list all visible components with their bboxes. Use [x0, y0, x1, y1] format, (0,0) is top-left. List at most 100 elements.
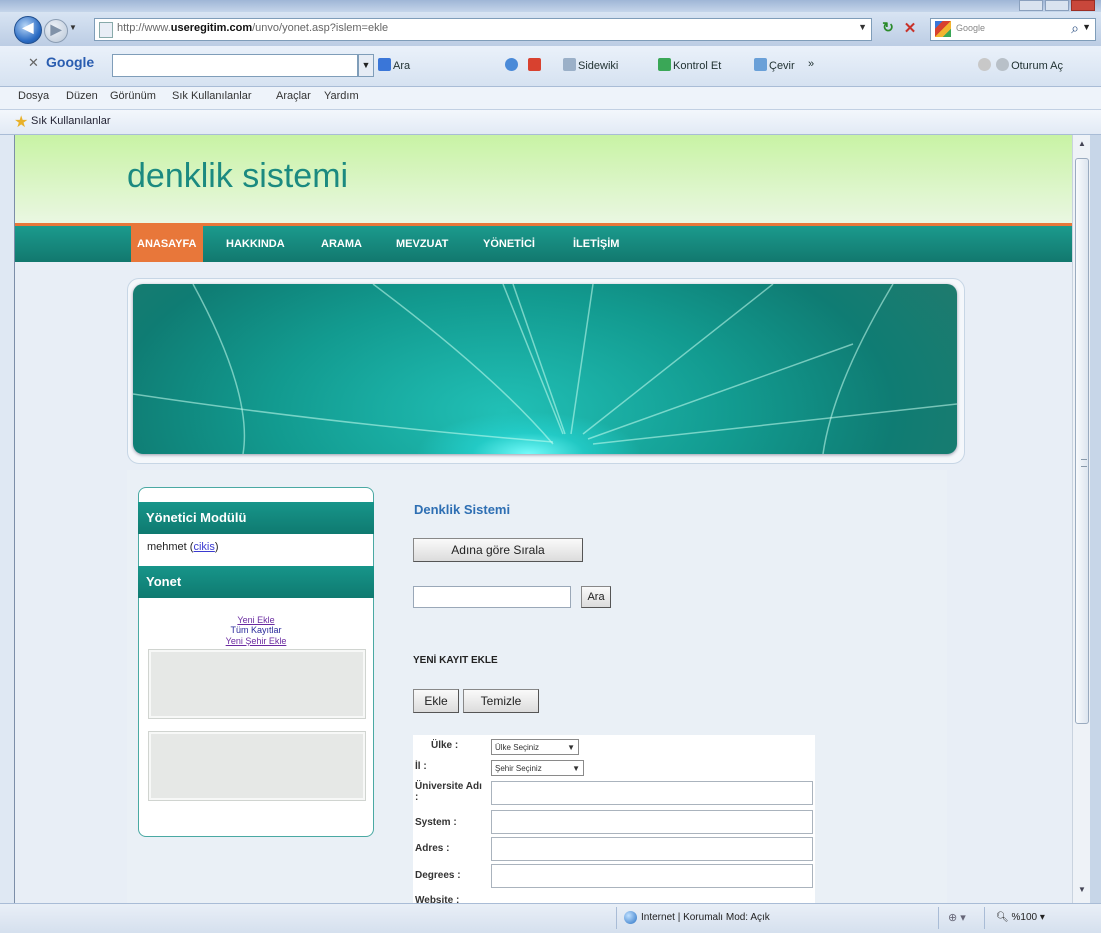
window-edge — [1090, 135, 1101, 903]
options-icon — [505, 58, 518, 71]
recent-pages-dropdown-icon[interactable]: ▼ — [69, 23, 79, 32]
university-input[interactable] — [491, 781, 813, 805]
banner-light-rays — [133, 284, 957, 454]
page-icon — [99, 22, 113, 38]
close-toolbar-icon[interactable]: ✕ — [28, 55, 39, 71]
user-icon — [996, 58, 1010, 71]
manage-heading: Yonet — [138, 566, 374, 598]
google-search-dropdown-icon[interactable]: ▼ — [358, 54, 374, 77]
system-input[interactable] — [491, 810, 813, 834]
username: mehmet — [147, 541, 187, 553]
translate-icon — [754, 58, 767, 71]
new-record-form: Ülke : Ülke Seçiniz ▼ İl : Şehir Seçiniz ▼… — [413, 735, 815, 903]
country-select[interactable]: Ülke Seçiniz ▼ — [491, 739, 579, 755]
scroll-down-icon[interactable]: ▼ — [1073, 885, 1091, 894]
toolbar-more-button[interactable]: » — [808, 58, 814, 70]
chevron-down-icon: ▼ — [567, 743, 575, 752]
menu-favorites[interactable]: Sık Kullanılanlar — [172, 90, 252, 102]
google-icon — [935, 21, 951, 37]
menu-help[interactable]: Yardım — [324, 90, 359, 102]
zoom-level[interactable]: 🔍︎ %100 ▾ — [996, 912, 1045, 923]
degrees-input[interactable] — [491, 864, 813, 888]
window-titlebar — [0, 0, 1101, 12]
toolbar-search-button[interactable]: Ara — [378, 58, 410, 72]
country-label: Ülke : — [431, 740, 459, 751]
admin-sidebar: Yönetici Modülü mehmet (cikis) Yonet Yen… — [138, 487, 374, 837]
system-label: System : — [415, 817, 457, 828]
address-url: http://www.useregitim.com/unvo/yonet.asp… — [117, 22, 389, 34]
browser-search-box[interactable]: Google ⌕ ▼ — [930, 18, 1096, 41]
menu-edit[interactable]: Düzen — [66, 90, 98, 102]
google-search-icon — [378, 58, 391, 71]
page-viewport: denklik sistemi ANASAYFA HAKKINDA ARAMA … — [14, 135, 1072, 903]
nav-mevzuat[interactable]: MEVZUAT — [390, 226, 454, 262]
sidebar-placeholder-box — [148, 649, 366, 719]
address-label: Adres : — [415, 843, 450, 854]
favorites-button[interactable]: Sık Kullanılanlar — [31, 115, 111, 127]
refresh-icon[interactable]: ↻ — [878, 19, 898, 39]
popup-blocker-icon — [528, 58, 541, 71]
maximize-button[interactable] — [1045, 0, 1069, 11]
menu-file[interactable]: Dosya — [18, 90, 49, 102]
security-zone[interactable]: Internet | Korumalı Mod: Açık — [641, 912, 770, 923]
favorites-bar: ★ Sık Kullanılanlar — [0, 110, 1101, 135]
toolbar-options-button[interactable] — [505, 58, 520, 72]
site-nav: ANASAYFA HAKKINDA ARAMA MEVZUAT YÖNETİCİ… — [15, 226, 1072, 262]
menu-tools[interactable]: Araçlar — [276, 90, 311, 102]
toolbar-check-button[interactable]: Kontrol Et — [658, 58, 721, 72]
nav-iletisim[interactable]: İLETİŞİM — [567, 226, 625, 262]
protected-mode-icon[interactable]: ⊕ ▾ — [948, 911, 966, 924]
search-button[interactable]: Ara — [581, 586, 611, 608]
search-icon[interactable]: ⌕ — [1071, 20, 1079, 37]
main-title: Denklik Sistemi — [414, 502, 511, 517]
toolbar-popup-button[interactable] — [528, 58, 543, 72]
toolbar-sidewiki-button[interactable]: Sidewiki — [563, 58, 618, 72]
search-dropdown-icon[interactable]: ▼ — [1082, 22, 1091, 32]
menu-bar: Dosya Düzen Görünüm Sık Kullanılanlar Ar… — [0, 87, 1101, 110]
status-bar: Internet | Korumalı Mod: Açık ⊕ ▾ 🔍︎ %10… — [0, 903, 1101, 933]
forward-button[interactable]: ▶ — [44, 19, 68, 43]
window-controls — [1017, 0, 1095, 11]
city-select[interactable]: Şehir Seçiniz ▼ — [491, 760, 584, 776]
sort-by-name-button[interactable]: Adına göre Sırala — [413, 538, 583, 562]
forward-arrow-icon: ▶ — [50, 21, 62, 37]
address-dropdown-icon[interactable]: ▼ — [858, 22, 867, 32]
vertical-scrollbar[interactable]: ▲ ▼ — [1072, 135, 1091, 903]
nav-anasayfa[interactable]: ANASAYFA — [131, 226, 203, 262]
google-toolbar-search-input[interactable] — [112, 54, 358, 77]
close-window-button[interactable] — [1071, 0, 1095, 11]
menu-view[interactable]: Görünüm — [110, 90, 156, 102]
scroll-up-icon[interactable]: ▲ — [1073, 139, 1091, 148]
link-all-records[interactable]: Tüm Kayıtlar — [139, 625, 373, 635]
search-placeholder: Google — [956, 23, 986, 33]
university-label: Üniversite Adı : — [415, 781, 482, 803]
logout-link[interactable]: cikis — [193, 541, 214, 553]
google-logo: Google — [46, 54, 95, 70]
check-icon — [658, 58, 671, 71]
chevron-down-icon: ▼ — [572, 764, 580, 773]
toolbar-signin-button[interactable]: Oturum Aç — [978, 58, 1063, 72]
sidewiki-icon — [563, 58, 576, 71]
new-record-title: YENİ KAYIT EKLE — [413, 655, 498, 666]
search-input[interactable] — [413, 586, 571, 608]
minimize-button[interactable] — [1019, 0, 1043, 11]
city-label: İl : — [415, 761, 427, 772]
address-bar[interactable]: http://www.useregitim.com/unvo/yonet.asp… — [94, 18, 872, 41]
nav-hakkinda[interactable]: HAKKINDA — [220, 226, 291, 262]
link-new-record[interactable]: Yeni Ekle — [139, 615, 373, 625]
address-input[interactable] — [491, 837, 813, 861]
degrees-label: Degrees : — [415, 870, 461, 881]
scrollbar-thumb[interactable] — [1075, 158, 1089, 724]
clear-button[interactable]: Temizle — [463, 689, 539, 713]
toolbar-translate-button[interactable]: Çevir — [754, 58, 795, 72]
back-button[interactable]: ◀ — [14, 16, 42, 44]
add-button[interactable]: Ekle — [413, 689, 459, 713]
nav-arama[interactable]: ARAMA — [315, 226, 368, 262]
star-icon[interactable]: ★ — [14, 112, 28, 132]
link-new-city[interactable]: Yeni Şehir Ekle — [139, 636, 373, 646]
back-arrow-icon: ◀ — [22, 19, 34, 35]
stop-icon[interactable]: ✕ — [900, 19, 920, 39]
user-line: mehmet (cikis) — [147, 541, 219, 553]
nav-yonetici[interactable]: YÖNETİCİ — [477, 226, 541, 262]
site-title: denklik sistemi — [127, 157, 349, 195]
